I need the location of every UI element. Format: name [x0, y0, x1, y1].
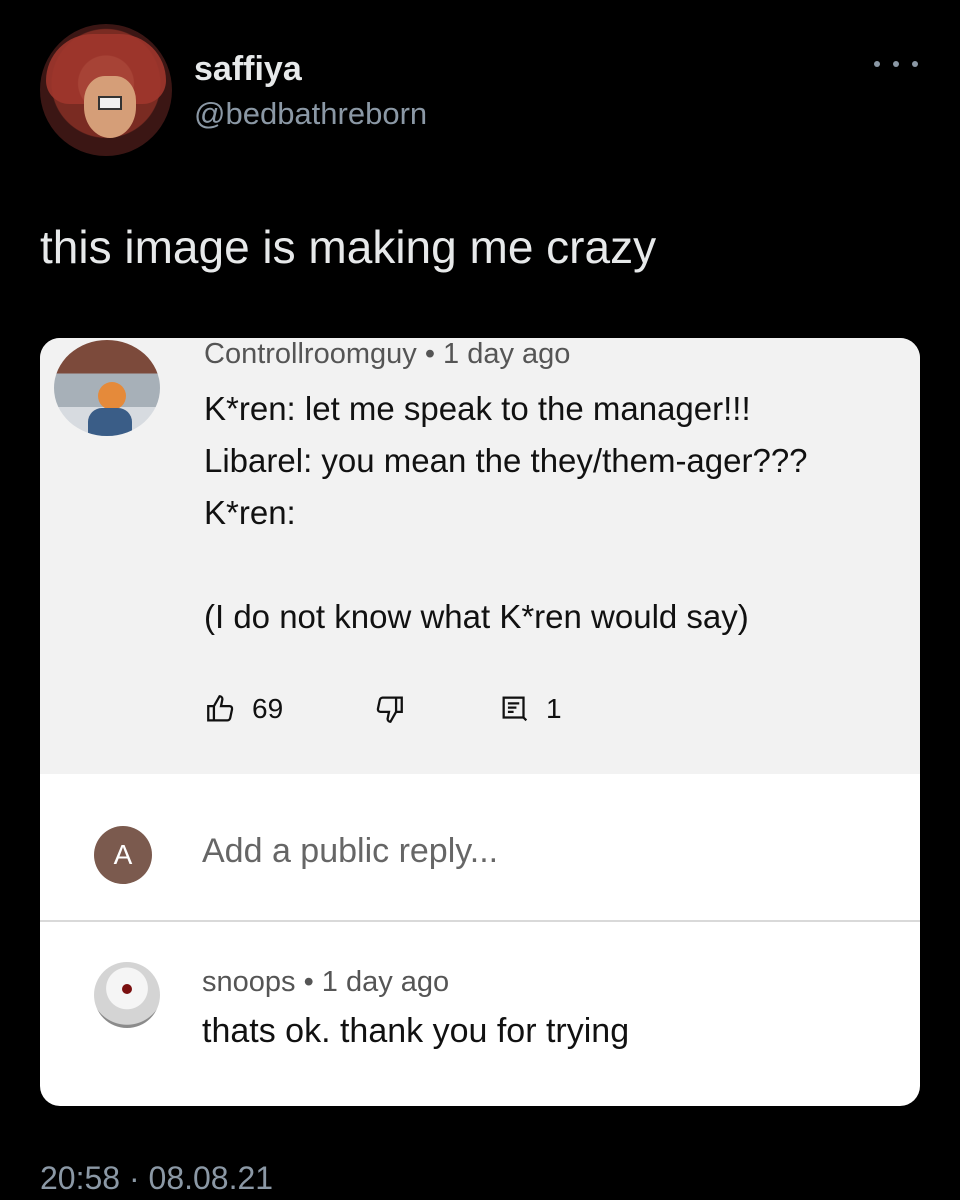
comment-line-3: K*ren: [204, 494, 296, 531]
display-name[interactable]: saffiya [194, 50, 302, 89]
avatar-person [98, 382, 126, 410]
avatar-hoodie [88, 408, 132, 436]
like-button[interactable]: 69 [204, 692, 283, 726]
commenter-avatar[interactable] [54, 340, 160, 436]
avatar-nose [122, 984, 132, 994]
avatar-eye-patch [98, 96, 122, 110]
reply-icon [498, 692, 532, 726]
tweet-text: this image is making me crazy [40, 221, 657, 273]
comment-author[interactable]: Controllroomguy [204, 338, 417, 370]
comment-actions: 69 1 [204, 692, 624, 728]
reply-age: 1 day ago [321, 966, 450, 998]
comment-line-2: Libarel: you mean the they/them-ager??? [204, 442, 808, 479]
thumbs-down-icon [372, 692, 406, 726]
reply-count: 1 [546, 693, 562, 724]
user-avatar-badge: A [94, 826, 152, 884]
reply-input[interactable]: Add a public reply... [202, 832, 498, 871]
comment-line-4: (I do not know what K*ren would say) [204, 598, 749, 635]
comment-meta: Controllroomguy • 1 day ago [204, 338, 570, 371]
dot-2 [893, 61, 899, 67]
tweet-avatar[interactable] [40, 24, 172, 156]
reply-comment: snoops • 1 day ago thats ok. thank you f… [40, 922, 920, 1106]
tweet-timestamp: 20:58 · 08.08.21 [40, 1160, 274, 1196]
reply-meta: snoops • 1 day ago [202, 966, 449, 999]
reply-input-row: A Add a public reply... [40, 774, 920, 920]
more-options-icon[interactable] [874, 52, 918, 76]
thumbs-up-icon [204, 692, 238, 726]
reply-avatar[interactable] [94, 962, 160, 1028]
embedded-comment-card: Controllroomguy • 1 day ago K*ren: let m… [40, 338, 920, 1106]
dot-3 [912, 61, 918, 67]
reply-text: thats ok. thank you for trying [202, 1012, 630, 1050]
reply-button[interactable]: 1 [498, 692, 562, 726]
dot-1 [874, 61, 880, 67]
comment-block: Controllroomguy • 1 day ago K*ren: let m… [40, 338, 920, 774]
user-handle[interactable]: @bedbathreborn [194, 96, 427, 132]
meta-separator: • [303, 966, 322, 998]
like-count: 69 [252, 693, 284, 724]
meta-separator: • [424, 338, 444, 370]
comment-age: 1 day ago [443, 338, 571, 370]
comment-line-1: K*ren: let me speak to the manager!!! [204, 390, 751, 427]
dislike-button[interactable] [372, 692, 406, 726]
reply-author[interactable]: snoops [202, 966, 296, 998]
